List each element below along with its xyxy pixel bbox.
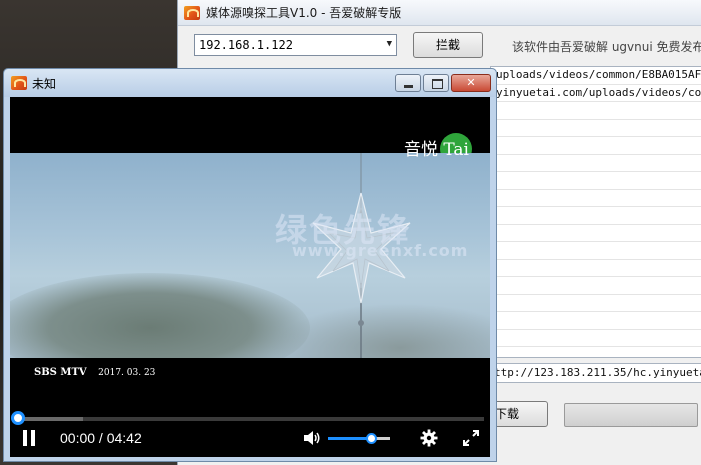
- ip-select[interactable]: 192.168.1.122 ▼: [194, 34, 397, 56]
- seek-bar[interactable]: [18, 417, 484, 421]
- selected-url-field[interactable]: ttp://123.183.211.35/hc.yinyuetai.c: [490, 363, 701, 383]
- video-caption: SBS MTV 2017. 03. 23: [34, 367, 155, 378]
- list-item[interactable]: [491, 172, 701, 190]
- volume-fill: [328, 437, 372, 440]
- sniffer-titlebar[interactable]: 媒体源嗅探工具V1.0 - 吾爱破解专版: [178, 0, 701, 26]
- blurred-foliage: [10, 273, 310, 358]
- notice-text: 该软件由吾爱破解 ugvnui 免费发布: [512, 40, 701, 54]
- dropdown-arrow-icon[interactable]: ▼: [387, 39, 392, 49]
- volume-slider[interactable]: [328, 433, 390, 444]
- close-icon[interactable]: [451, 74, 491, 92]
- list-item[interactable]: [491, 190, 701, 207]
- fullscreen-icon[interactable]: [462, 429, 480, 447]
- gear-icon[interactable]: [420, 429, 438, 447]
- player-title: 未知: [32, 76, 57, 91]
- video-frame: 绿色先锋 www.greenxf.com: [10, 153, 490, 358]
- volume-knob[interactable]: [366, 433, 378, 444]
- list-item[interactable]: [491, 225, 701, 242]
- list-item[interactable]: [491, 120, 701, 137]
- list-item[interactable]: [491, 277, 701, 295]
- list-item[interactable]: [491, 260, 701, 277]
- player-window: 未知 音悦 Tai 绿色先锋 www.greenxf.com SBS MTV 2: [3, 68, 497, 462]
- time-display: 00:00 / 04:42: [60, 430, 142, 446]
- maximize-icon[interactable]: [423, 74, 449, 92]
- ip-select-value: 192.168.1.122: [199, 38, 293, 52]
- pause-icon[interactable]: [22, 430, 36, 446]
- channel-logo: 音悦 Tai: [404, 140, 469, 160]
- caption-date: 2017. 03. 23: [98, 368, 156, 378]
- video-area[interactable]: 音悦 Tai 绿色先锋 www.greenxf.com SBS MTV 2017…: [10, 97, 490, 457]
- caption-channel: SBS MTV: [34, 367, 87, 378]
- list-item[interactable]: [491, 242, 701, 260]
- list-item[interactable]: [491, 102, 701, 120]
- list-item[interactable]: [491, 207, 701, 225]
- list-item[interactable]: yinyuetai.com/uploads/videos/comm: [491, 85, 701, 102]
- list-item[interactable]: [491, 312, 701, 330]
- minimize-icon[interactable]: [395, 74, 421, 92]
- window-controls: [395, 74, 491, 92]
- captured-url-list[interactable]: uploads/videos/common/E8BA015AFF90 yinyue…: [490, 66, 701, 358]
- list-item[interactable]: [491, 137, 701, 155]
- download-button[interactable]: 下载: [490, 401, 548, 427]
- watermark-url: www.greenxf.com: [292, 241, 469, 260]
- app-icon: [184, 5, 200, 20]
- list-item[interactable]: [491, 330, 701, 347]
- seek-buffer: [18, 417, 84, 421]
- list-item[interactable]: [491, 295, 701, 312]
- download-progress-bar: [564, 403, 698, 427]
- sniffer-title: 媒体源嗅探工具V1.0 - 吾爱破解专版: [206, 6, 402, 20]
- list-item[interactable]: [491, 155, 701, 172]
- app-icon: [11, 76, 27, 90]
- list-item[interactable]: uploads/videos/common/E8BA015AFF90: [491, 67, 701, 85]
- intercept-button[interactable]: 拦截: [413, 32, 483, 58]
- player-controls: 00:00 / 04:42: [10, 423, 490, 457]
- volume-icon[interactable]: [303, 430, 321, 446]
